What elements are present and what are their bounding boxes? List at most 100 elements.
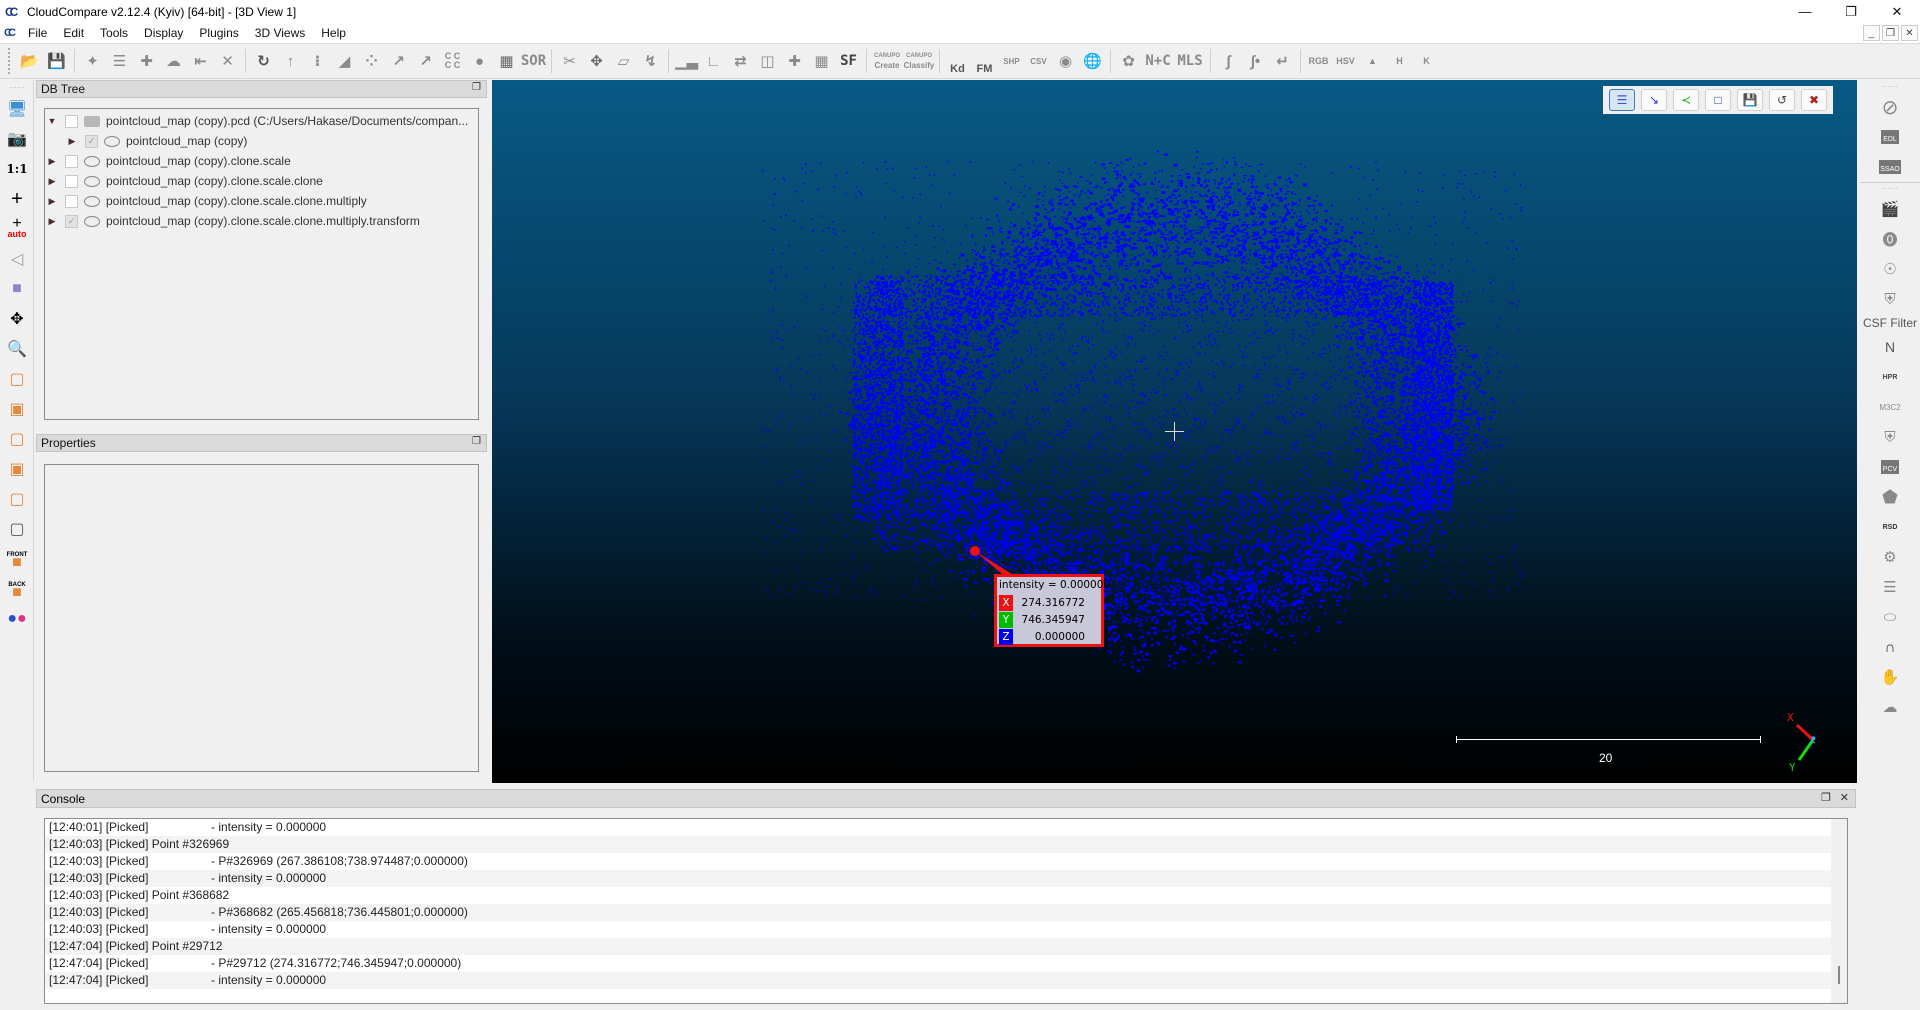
- float-icon[interactable]: ❐: [472, 82, 481, 93]
- bottom-view-icon[interactable]: ▢: [0, 514, 34, 544]
- kd-tree-icon[interactable]: Kd: [944, 47, 971, 75]
- visibility-checkbox[interactable]: [65, 154, 78, 168]
- menu-plugins[interactable]: Plugins: [191, 26, 246, 40]
- hpr-icon[interactable]: HPR: [1860, 362, 1920, 392]
- menu-help[interactable]: Help: [313, 26, 354, 40]
- point-info-icon[interactable]: ☰: [1609, 89, 1635, 111]
- histogram-icon[interactable]: ▁▃: [673, 47, 700, 75]
- menu-3d-views[interactable]: 3D Views: [247, 26, 313, 40]
- rsd-icon[interactable]: RSD: [1860, 512, 1920, 542]
- float-icon[interactable]: ❐: [1821, 791, 1831, 804]
- tree-item[interactable]: ▶ ✓ pointcloud_map (copy).clone.scale.cl…: [45, 211, 478, 231]
- right-view-icon[interactable]: ▢: [0, 484, 34, 514]
- toolbar-grip[interactable]: ······: [1860, 182, 1920, 194]
- merge-clouds-icon[interactable]: ☁: [160, 47, 187, 75]
- k-icon[interactable]: K: [1413, 47, 1440, 75]
- ellipse-icon[interactable]: ⬭: [1860, 602, 1920, 632]
- view-mode-icon[interactable]: ■: [0, 274, 34, 304]
- compass-icon[interactable]: ☉: [1860, 254, 1920, 284]
- sf-icon[interactable]: SF: [835, 47, 862, 75]
- polygon-icon[interactable]: ⬟: [1860, 482, 1920, 512]
- back-view-icon[interactable]: ▣: [0, 454, 34, 484]
- csv-icon[interactable]: CSV: [1025, 47, 1052, 75]
- sphere-grid-icon[interactable]: 🌐: [1079, 47, 1106, 75]
- point-distance-icon[interactable]: ↘: [1641, 89, 1667, 111]
- sor-filter-icon[interactable]: SOR: [520, 47, 547, 75]
- close-button[interactable]: ✕: [1874, 0, 1920, 23]
- normals-icon[interactable]: ↑: [277, 47, 304, 75]
- open-icon[interactable]: 📂: [16, 47, 43, 75]
- point-angle-icon[interactable]: ≺: [1673, 89, 1699, 111]
- menu-file[interactable]: File: [20, 26, 55, 40]
- mesh-icon[interactable]: ◢: [331, 47, 358, 75]
- properties-table[interactable]: [44, 464, 479, 772]
- db-tree[interactable]: ▼ pointcloud_map (copy).pcd (C:/Users/Ha…: [44, 108, 479, 420]
- cloud-cloud-distance-icon[interactable]: ↗: [412, 47, 439, 75]
- top-view-icon[interactable]: ▢: [0, 364, 34, 394]
- restore-button[interactable]: ❐: [1828, 0, 1874, 23]
- extrude-icon[interactable]: ▱: [610, 47, 637, 75]
- ssao-icon[interactable]: SSAO: [1860, 152, 1920, 182]
- toolbar-grip[interactable]: [8, 48, 12, 74]
- save-icon[interactable]: 💾: [43, 47, 70, 75]
- save-label-icon[interactable]: 💾: [1737, 89, 1763, 111]
- nc-icon[interactable]: N+C: [1142, 47, 1174, 75]
- expand-arrow-icon[interactable]: ▶: [45, 196, 59, 207]
- expand-arrow-icon[interactable]: ▶: [45, 176, 59, 187]
- mdi-system-icon[interactable]: CC: [4, 27, 20, 39]
- hand-icon[interactable]: ✋: [1860, 662, 1920, 692]
- fm-icon[interactable]: FM: [971, 47, 998, 75]
- mdi-minimize-button[interactable]: _: [1863, 25, 1880, 41]
- m3c2-icon[interactable]: M3C2: [1860, 392, 1920, 422]
- tree-item[interactable]: ▼ pointcloud_map (copy).pcd (C:/Users/Ha…: [45, 111, 478, 131]
- mdi-close-button[interactable]: ✕: [1901, 25, 1918, 41]
- left-view-icon[interactable]: ▢: [0, 424, 34, 454]
- menu-display[interactable]: Display: [136, 26, 191, 40]
- segment-cc-icon[interactable]: ●: [466, 47, 493, 75]
- visibility-checkbox[interactable]: [65, 194, 78, 208]
- visibility-checkbox[interactable]: ✓: [65, 214, 78, 228]
- hh-icon[interactable]: H: [1386, 47, 1413, 75]
- distance-icon[interactable]: ↗: [385, 47, 412, 75]
- color-wheel-icon[interactable]: ◉: [1052, 47, 1079, 75]
- puzzle-icon[interactable]: ✿: [1115, 47, 1142, 75]
- rotation-center-icon[interactable]: ✥: [0, 304, 34, 334]
- stereo-icon[interactable]: ● ●: [0, 604, 34, 634]
- canupo-create-icon[interactable]: CANUPO Create: [871, 47, 903, 75]
- calculator-icon[interactable]: ▦: [808, 47, 835, 75]
- c2c-icon[interactable]: C CC C: [439, 47, 466, 75]
- cloud-ruler-icon[interactable]: ☁: [1860, 692, 1920, 722]
- shield-icon[interactable]: ⛨: [1860, 284, 1920, 314]
- brush-icon[interactable]: ⓿: [1860, 224, 1920, 254]
- canupo-classify-icon[interactable]: CANUPO Classify: [903, 47, 935, 75]
- csf-filter-label[interactable]: CSF Filter: [1860, 314, 1920, 332]
- export-icon[interactable]: ↵: [1269, 47, 1296, 75]
- visibility-checkbox[interactable]: [65, 174, 78, 188]
- trash-sf-icon[interactable]: ◫: [754, 47, 781, 75]
- translate-rotate-icon[interactable]: ✚: [133, 47, 160, 75]
- expand-arrow-icon[interactable]: ▼: [45, 116, 59, 126]
- mdi-restore-button[interactable]: ❐: [1882, 25, 1899, 41]
- 3d-view[interactable]: intensity = 0.000000 X 274.316772 Y 746.…: [492, 80, 1857, 783]
- menu-tools[interactable]: Tools: [92, 26, 136, 40]
- rgb-icon[interactable]: RGB: [1305, 47, 1332, 75]
- close-icon[interactable]: ✖: [1801, 89, 1827, 111]
- mls-icon[interactable]: MLS: [1174, 47, 1206, 75]
- tree-item[interactable]: ▶ pointcloud_map (copy).clone.scale: [45, 151, 478, 171]
- add-sf-icon[interactable]: ✚: [781, 47, 808, 75]
- layers-icon[interactable]: ☰: [1860, 572, 1920, 602]
- display-settings-button[interactable]: 🖥: [0, 94, 34, 124]
- edl-icon[interactable]: EDL: [1860, 122, 1920, 152]
- hsv-icon[interactable]: HSV: [1332, 47, 1359, 75]
- expand-arrow-icon[interactable]: ▶: [45, 216, 59, 227]
- rect-zone-icon[interactable]: □: [1705, 89, 1731, 111]
- undo-icon[interactable]: ↺: [1769, 89, 1795, 111]
- gears-icon[interactable]: ⚙: [1860, 542, 1920, 572]
- menu-edit[interactable]: Edit: [55, 26, 92, 40]
- subsample-icon[interactable]: ⁘: [358, 47, 385, 75]
- tree-item[interactable]: ▶ pointcloud_map (copy).clone.scale.clon…: [45, 171, 478, 191]
- register-icon[interactable]: ↻: [250, 47, 277, 75]
- picked-point-label[interactable]: intensity = 0.000000 X 274.316772 Y 746.…: [994, 574, 1110, 647]
- console-scrollbar[interactable]: [1831, 819, 1847, 1003]
- sample-points-icon[interactable]: ⁝: [304, 47, 331, 75]
